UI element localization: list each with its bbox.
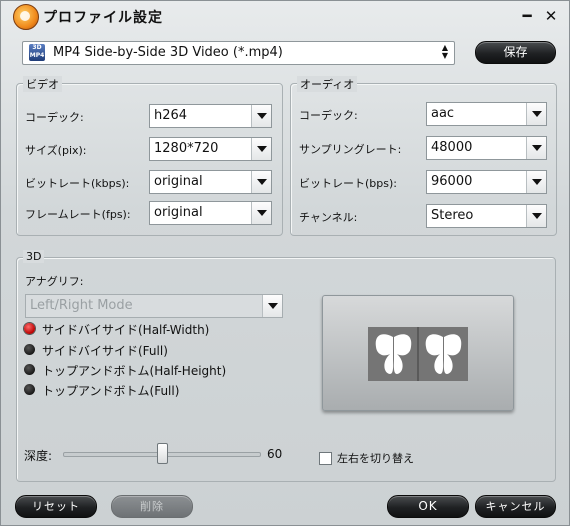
audio-bitrate-select[interactable]: 96000 xyxy=(426,170,547,194)
depth-slider-thumb[interactable] xyxy=(157,443,168,464)
swap-lr-label: 左右を切り替え xyxy=(337,452,414,465)
reset-button[interactable]: リセット xyxy=(15,495,97,518)
chevron-down-icon[interactable] xyxy=(251,202,271,224)
video-codec-select[interactable]: h264 xyxy=(149,104,272,128)
profile-select[interactable]: 3D MP4 MP4 Side-by-Side 3D Video (*.mp4)… xyxy=(22,41,455,65)
anaglyph-select: Left/Right Mode xyxy=(25,294,283,318)
chevron-down-icon[interactable] xyxy=(526,171,546,193)
audio-channel-select[interactable]: Stereo xyxy=(426,204,547,228)
close-button[interactable]: ✕ xyxy=(542,7,560,25)
chevron-down-icon[interactable] xyxy=(251,138,271,160)
butterfly-preview-icon xyxy=(368,327,468,381)
mode-label: トップアンドボトム(Half-Height) xyxy=(42,364,227,378)
video-framerate-label: フレームレート(fps): xyxy=(25,208,131,221)
ok-button[interactable]: OK xyxy=(387,495,469,518)
radio-icon[interactable] xyxy=(24,364,35,375)
radio-icon[interactable] xyxy=(24,344,35,355)
minimize-button[interactable]: ━ xyxy=(518,7,536,25)
mode-label: サイドバイサイド(Full) xyxy=(42,344,168,358)
video-size-select[interactable]: 1280*720 xyxy=(149,137,272,161)
audio-samplerate-label: サンプリングレート: xyxy=(299,143,402,156)
video-framerate-select[interactable]: original xyxy=(149,201,272,225)
depth-value: 60 xyxy=(267,447,283,461)
chevron-down-icon[interactable] xyxy=(526,103,546,125)
audio-channel-value: Stereo xyxy=(431,208,474,223)
video-codec-value: h264 xyxy=(154,108,188,123)
title-bar[interactable]: プロファイル設定 ━ ✕ xyxy=(1,1,569,31)
cancel-button[interactable]: キャンセル xyxy=(475,495,556,518)
video-group: ビデオ コーデック: h264 サイズ(pix): 1280*720 ビットレー… xyxy=(16,76,283,236)
profile-select-value: MP4 Side-by-Side 3D Video (*.mp4) xyxy=(53,45,283,60)
save-button[interactable]: 保存 xyxy=(475,41,556,64)
video-bitrate-label: ビットレート(kbps): xyxy=(25,177,130,190)
video-codec-label: コーデック: xyxy=(25,111,84,124)
anaglyph-label: アナグリフ: xyxy=(25,275,84,288)
swap-lr-checkbox[interactable] xyxy=(319,452,332,465)
app-logo-icon xyxy=(13,4,39,30)
video-size-label: サイズ(pix): xyxy=(25,144,87,157)
audio-legend: オーディオ xyxy=(297,76,358,92)
audio-bitrate-label: ビットレート(bps): xyxy=(299,177,397,190)
chevron-down-icon[interactable] xyxy=(526,205,546,227)
chevron-down-icon[interactable] xyxy=(251,171,271,193)
audio-samplerate-value: 48000 xyxy=(431,140,473,155)
audio-channel-label: チャンネル: xyxy=(299,211,358,224)
depth-label: 深度: xyxy=(24,449,53,463)
chevron-down-icon[interactable] xyxy=(526,137,546,159)
three-d-preview xyxy=(322,295,514,411)
three-d-legend: 3D xyxy=(23,250,45,263)
chevron-down-icon xyxy=(262,295,282,317)
radio-icon[interactable] xyxy=(24,384,35,395)
delete-button: 削除 xyxy=(111,495,193,518)
audio-bitrate-value: 96000 xyxy=(431,174,473,189)
video-legend: ビデオ xyxy=(23,76,62,92)
profile-settings-window: プロファイル設定 ━ ✕ 3D MP4 MP4 Side-by-Side 3D … xyxy=(0,0,570,526)
profile-spinner-icon[interactable]: ▲ ▼ xyxy=(438,44,452,60)
video-framerate-value: original xyxy=(154,205,203,220)
anaglyph-value: Left/Right Mode xyxy=(30,298,133,313)
window-title: プロファイル設定 xyxy=(43,10,163,26)
mp4-file-icon: 3D MP4 xyxy=(29,44,45,61)
mode-label: サイドバイサイド(Half-Width) xyxy=(42,323,210,337)
mode-label: トップアンドボトム(Full) xyxy=(42,384,180,398)
video-bitrate-value: original xyxy=(154,174,203,189)
radio-selected-icon[interactable] xyxy=(24,323,35,334)
audio-codec-value: aac xyxy=(431,106,455,121)
audio-codec-label: コーデック: xyxy=(299,109,358,122)
audio-samplerate-select[interactable]: 48000 xyxy=(426,136,547,160)
audio-codec-select[interactable]: aac xyxy=(426,102,547,126)
video-size-value: 1280*720 xyxy=(154,141,219,156)
chevron-down-icon[interactable] xyxy=(251,105,271,127)
audio-group: オーディオ コーデック: aac サンプリングレート: 48000 ビットレート… xyxy=(290,76,557,236)
video-bitrate-select[interactable]: original xyxy=(149,170,272,194)
